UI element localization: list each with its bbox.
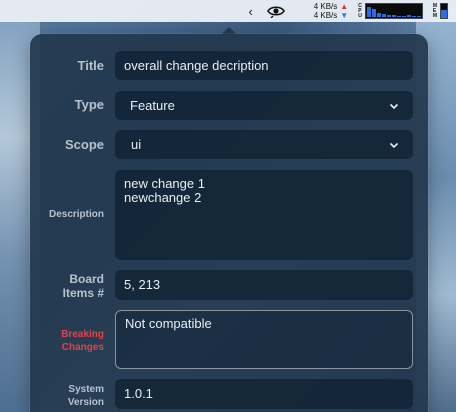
- cpu-load-bar: [381, 14, 386, 17]
- breaking-changes-value: Not compatible: [125, 316, 212, 331]
- description-label: Description: [48, 209, 104, 220]
- cpu-load-bar: [416, 16, 421, 17]
- menu-bar: ‹ 4 KB/s ▲ 4 KB/s ▼ C P U M E M: [0, 0, 456, 22]
- title-value: overall change decription: [124, 58, 269, 73]
- cpu-load-bar: [401, 16, 406, 17]
- type-label: Type: [74, 97, 104, 112]
- type-value: Feature: [130, 98, 175, 113]
- breaking-changes-textarea[interactable]: Not compatible: [115, 310, 413, 369]
- menubar-chevron-icon[interactable]: ‹: [246, 4, 256, 19]
- cpu-load-bar: [386, 15, 391, 17]
- title-label: Title: [77, 58, 105, 73]
- breaking-changes-label: Breaking Changes: [61, 329, 104, 353]
- board-items-input[interactable]: 5, 213: [115, 270, 413, 300]
- eye-swirl-icon[interactable]: [266, 3, 286, 19]
- upload-speed: 4 KB/s: [313, 2, 338, 11]
- board-items-label: Board Items #: [62, 272, 104, 300]
- chevron-down-icon: [389, 103, 399, 109]
- title-input[interactable]: overall change decription: [115, 51, 413, 80]
- description-line: newchange 2: [124, 190, 202, 205]
- cpu-load-bar: [411, 16, 416, 17]
- mem-label: M E M: [432, 2, 437, 19]
- description-textarea[interactable]: new change 1 newchange 2: [115, 170, 413, 260]
- upload-arrow-icon: ▲: [340, 2, 349, 11]
- system-version-input[interactable]: 1.0.1: [115, 379, 413, 409]
- board-items-value: 5, 213: [124, 277, 161, 292]
- system-version-value: 1.0.1: [124, 386, 153, 401]
- scope-value: ui: [131, 137, 142, 152]
- memory-bar: [440, 3, 448, 19]
- download-speed: 4 KB/s: [313, 11, 338, 20]
- chevron-down-icon: [389, 142, 399, 148]
- download-arrow-icon: ▼: [340, 11, 349, 20]
- network-speed-widget[interactable]: 4 KB/s ▲ 4 KB/s ▼: [314, 2, 349, 20]
- cpu-graph: [364, 3, 423, 19]
- cpu-label: C P U: [358, 2, 362, 19]
- memory-widget[interactable]: M E M: [433, 3, 448, 19]
- cpu-load-bar: [391, 15, 396, 17]
- type-select[interactable]: Feature: [115, 91, 413, 120]
- cpu-load-bar: [371, 9, 376, 17]
- cpu-load-bar: [396, 16, 401, 17]
- cpu-load-bar: [366, 7, 371, 17]
- scope-label: Scope: [64, 137, 104, 152]
- scope-select[interactable]: ui: [115, 130, 413, 159]
- cpu-load-bar: [406, 15, 411, 17]
- memory-fill: [441, 9, 447, 18]
- description-line: new change 1: [124, 176, 205, 191]
- cpu-load-bar: [376, 13, 381, 17]
- system-version-label: System Version: [67, 384, 104, 408]
- cpu-widget[interactable]: C P U: [358, 3, 423, 19]
